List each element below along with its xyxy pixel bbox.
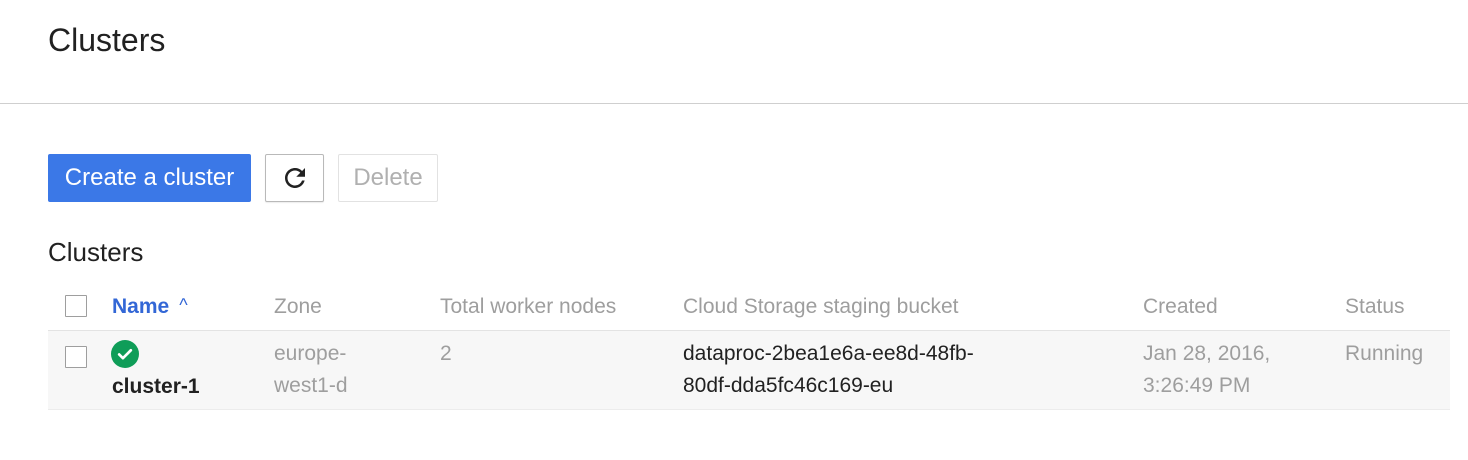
table-row[interactable]: cluster-1 europe- west1-d 2 dataproc-2be… xyxy=(48,331,1450,410)
cluster-bucket-line2: 80df-dda5fc46c169-eu xyxy=(683,374,894,397)
cluster-created-line1: Jan 28, 2016, xyxy=(1143,342,1271,365)
delete-button[interactable]: Delete xyxy=(338,154,438,202)
cluster-status: Running xyxy=(1345,342,1424,365)
create-cluster-button[interactable]: Create a cluster xyxy=(48,154,251,202)
page-title: Clusters xyxy=(48,22,166,58)
cluster-zone-line2: west1-d xyxy=(274,374,348,397)
cluster-staging-bucket: dataproc-2bea1e6a-ee8d-48fb- 80df-dda5fc… xyxy=(683,338,974,402)
select-all-checkbox[interactable] xyxy=(65,295,87,317)
column-header-created[interactable]: Created xyxy=(1143,295,1218,319)
column-header-name[interactable]: Name ^ xyxy=(112,295,188,319)
row-checkbox[interactable] xyxy=(65,346,87,368)
column-header-zone[interactable]: Zone xyxy=(274,295,322,319)
check-circle-icon xyxy=(111,340,139,368)
table-header: Name ^ Zone Total worker nodes Cloud Stor… xyxy=(48,286,1450,331)
column-header-status[interactable]: Status xyxy=(1345,295,1405,319)
cluster-bucket-line1: dataproc-2bea1e6a-ee8d-48fb- xyxy=(683,342,974,365)
section-title: Clusters xyxy=(48,237,144,267)
page-header: Clusters xyxy=(0,0,1468,104)
sort-ascending-icon: ^ xyxy=(179,295,188,315)
cluster-created-line2: 3:26:49 PM xyxy=(1143,374,1251,397)
column-header-name-label: Name xyxy=(112,295,170,318)
column-header-nodes[interactable]: Total worker nodes xyxy=(440,295,616,319)
cluster-name-link[interactable]: cluster-1 xyxy=(112,371,200,403)
column-header-bucket[interactable]: Cloud Storage staging bucket xyxy=(683,295,959,319)
cluster-zone: europe- west1-d xyxy=(274,338,348,402)
refresh-icon xyxy=(280,163,310,193)
cluster-created: Jan 28, 2016, 3:26:49 PM xyxy=(1143,338,1270,402)
clusters-table: Name ^ Zone Total worker nodes Cloud Stor… xyxy=(48,286,1450,410)
cluster-zone-line1: europe- xyxy=(274,342,347,365)
cluster-worker-nodes: 2 xyxy=(440,342,452,365)
table-body: cluster-1 europe- west1-d 2 dataproc-2be… xyxy=(48,331,1450,410)
refresh-button[interactable] xyxy=(265,154,324,202)
